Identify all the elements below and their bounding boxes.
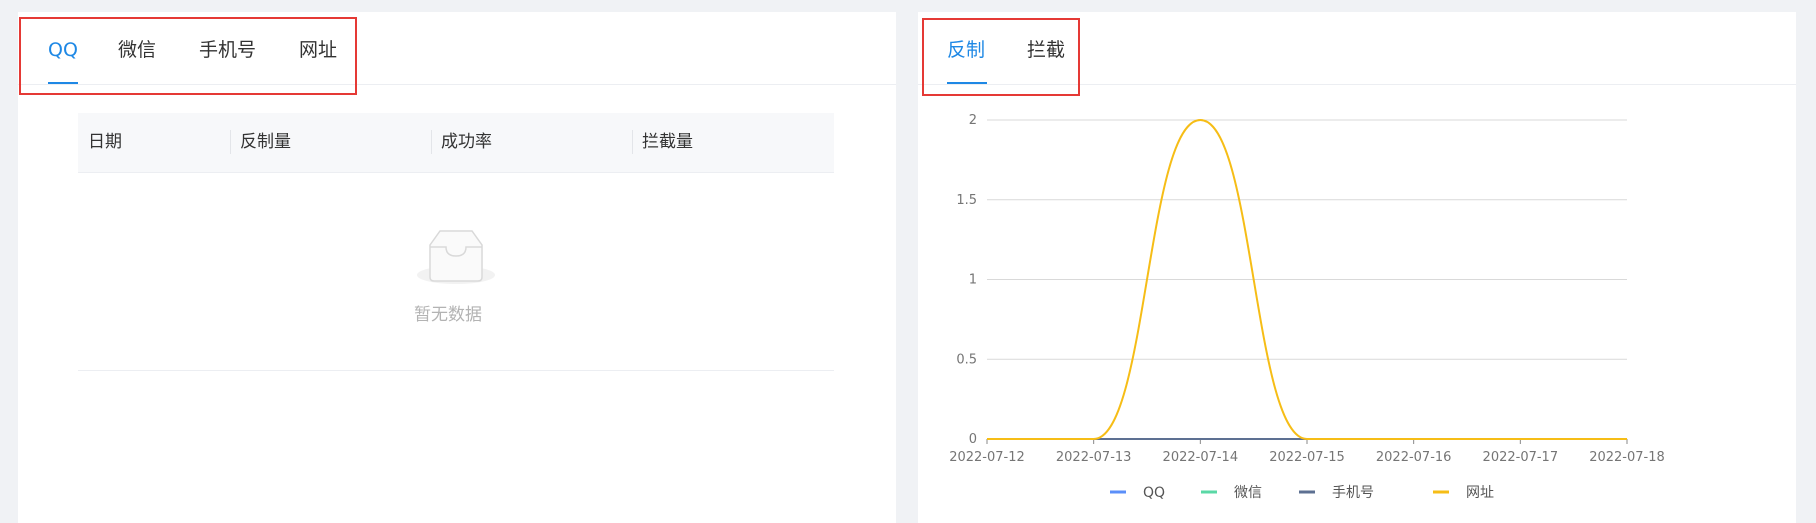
y-tick-label: 1.5 [956, 193, 977, 208]
legend-label: QQ [1143, 485, 1165, 501]
legend-label: 微信 [1234, 485, 1262, 501]
y-tick-label: 1 [969, 273, 977, 288]
line-chart: 0 0.5 1 1.5 2 2022-07-12 2022-07-13 2022-07-14 2… [949, 113, 1665, 501]
type-tabs: QQ 微信 手机号 网址 [18, 12, 896, 85]
legend-label: 手机号 [1332, 485, 1374, 501]
active-tab-indicator [48, 82, 78, 84]
y-tick-label: 0 [969, 432, 977, 447]
x-tick-label: 2022-07-18 [1589, 450, 1665, 465]
x-tick-label: 2022-07-15 [1269, 450, 1345, 465]
trend-chart-card: 反制 拦截 0 0.5 1 1.5 2 2022-07-12 2022-07-13 2022-… [918, 12, 1796, 523]
stats-table-card: QQ 微信 手机号 网址 日期 反制量 成功率 拦截量 暂无数据 [18, 12, 896, 523]
tab-url[interactable]: 网址 [299, 37, 337, 63]
y-tick-label: 0.5 [956, 352, 977, 367]
column-divider [230, 130, 231, 154]
empty-box-icon [417, 230, 495, 284]
tab-phone[interactable]: 手机号 [199, 37, 256, 63]
column-header-success-rate: 成功率 [441, 132, 492, 152]
x-tick-label: 2022-07-17 [1483, 450, 1559, 465]
column-divider [632, 130, 633, 154]
column-header-intercept-count: 拦截量 [642, 132, 693, 152]
column-header-date: 日期 [88, 132, 122, 152]
x-tick-label: 2022-07-14 [1163, 450, 1239, 465]
y-tick-label: 2 [969, 113, 977, 128]
legend-label: 网址 [1466, 485, 1494, 501]
table-header: 日期 反制量 成功率 拦截量 [78, 113, 834, 173]
tab-wechat[interactable]: 微信 [118, 37, 156, 63]
column-divider [431, 130, 432, 154]
x-tick-label: 2022-07-12 [949, 450, 1025, 465]
x-tick-label: 2022-07-13 [1056, 450, 1132, 465]
column-header-counter-count: 反制量 [240, 132, 291, 152]
tab-qq[interactable]: QQ [48, 37, 78, 63]
empty-state-text: 暂无数据 [414, 305, 482, 325]
x-tick-label: 2022-07-16 [1376, 450, 1452, 465]
table-bottom-divider [78, 370, 834, 371]
